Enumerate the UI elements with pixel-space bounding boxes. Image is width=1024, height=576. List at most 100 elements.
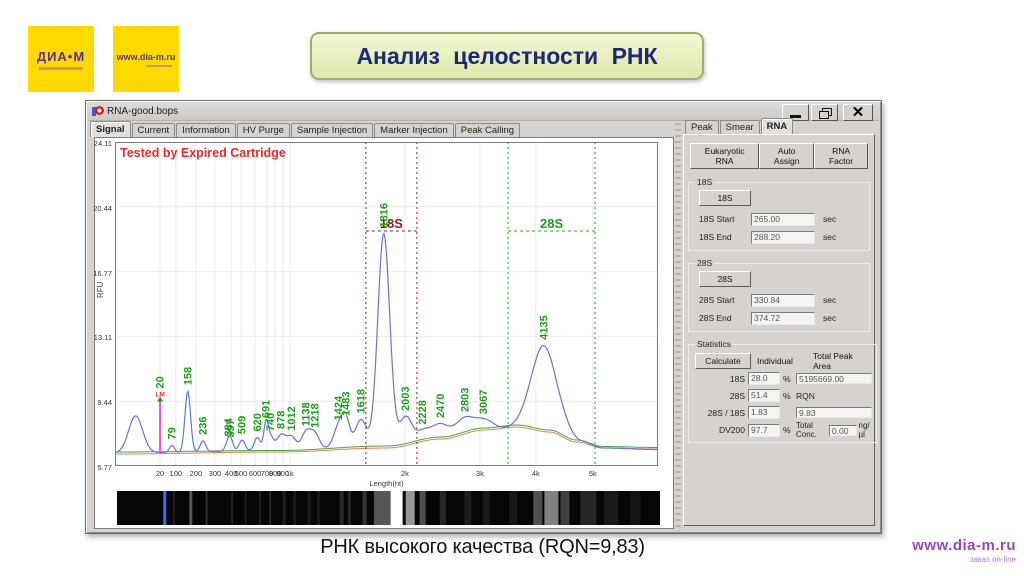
gel-band [560,491,569,525]
gel-band [163,491,166,525]
peak-size-label: 236 [197,416,209,434]
18s-button[interactable]: 18S [699,190,751,206]
peak-size-label: 509 [237,416,249,434]
28s-button[interactable]: 28S [699,271,751,287]
gel-band [206,491,208,525]
tab-rna[interactable]: RNA [761,118,794,134]
tab-current[interactable]: Current [132,123,176,137]
stats-row-28s: 28S 51.4 % RQN [695,387,872,404]
region-label: 28S [540,216,563,231]
dv200-label: DV200 [695,425,745,435]
gel-band [580,491,596,525]
peak-size-label: 397 [225,419,237,437]
x-tick-label: 600 [249,469,262,478]
peak-size-label: 1218 [309,403,321,427]
gel-band [604,491,618,525]
rqn-value-input[interactable]: 9.83 [796,407,872,418]
rna-factor-button[interactable]: RNA Factor [814,143,868,169]
slide-title-banner: Анализ целостности РНК [310,32,704,80]
18s-end-row: 18S End 288.20 sec [695,228,865,246]
gel-band [406,491,415,525]
app-icon [92,106,103,117]
electropherogram-plot: LM2018S28S791582363843975096206917408781… [115,142,658,466]
28s-end-row: 28S End 374.72 sec [695,309,865,327]
peak-size-label: 1816 [378,203,390,227]
peak-size-label: 158 [182,367,194,385]
18s-start-input[interactable]: 265.00 [751,213,815,226]
28s-start-label: 28S Start [695,295,743,305]
28s-start-row: 28S Start 330.84 sec [695,291,865,309]
group-statistics-title: Statistics [695,339,733,349]
peak-size-label: 1012 [286,406,298,430]
x-tick-label: 3k [476,469,484,478]
gel-band [283,491,286,525]
tab-sample-injection[interactable]: Sample Injection [291,123,373,137]
stats-row-ratio: 28S / 18S 1.83 9.83 [695,404,872,421]
watermark-url: www.dia-m.ru [912,537,1016,554]
tab-information[interactable]: Information [176,123,236,137]
calculate-button[interactable]: Calculate [695,353,751,369]
28s-start-input[interactable]: 330.84 [751,294,815,307]
dv200-percent-sign: % [783,425,793,435]
total-peak-area-input[interactable]: 5195669.00 [796,373,872,384]
x-tick-label: 500 [235,469,248,478]
18s-end-label: 18S End [695,232,743,242]
tab-signal[interactable]: Signal [90,121,131,137]
28s-end-unit: sec [823,313,847,323]
tab-peak-calling[interactable]: Peak Calling [455,123,520,137]
stats-28s-percent-sign: % [783,391,793,401]
lower-marker-tag: LM [155,392,164,399]
panel-splitter[interactable] [675,123,681,529]
x-axis-ticks: 201002003004005006007008009001k2k3k4k5k [115,469,658,479]
peak-size-label: 2228 [417,400,429,424]
peak-size-label: 2003 [400,386,412,410]
gel-band [533,491,542,525]
rna-tab-page: Eukaryotic RNA Auto Assign RNA Factor 18… [683,134,875,526]
chart-annotation: Tested by Expired Cartridge [120,146,286,160]
18s-start-unit: sec [823,214,847,224]
close-icon: ✕ [852,105,865,120]
peak-size-label: 2470 [435,394,447,418]
slide-caption: РНК высокого качества (RQN=9,83) [85,536,880,559]
tab-peak[interactable]: Peak [685,120,719,134]
gel-image-strip [117,491,660,525]
eukaryotic-rna-button[interactable]: Eukaryotic RNA [690,143,759,169]
total-conc-unit: ng/µl [859,421,873,439]
tab-smear[interactable]: Smear [720,120,760,134]
x-tick-label: 20 [156,469,164,478]
lower-marker-size-label: 20 [155,376,167,388]
28s-start-unit: sec [823,295,847,305]
gel-band [464,491,471,525]
ratio-input[interactable]: 1.83 [748,406,780,419]
18s-end-unit: sec [823,232,847,242]
stats-28s-percent-input[interactable]: 51.4 [748,389,780,402]
18s-end-input[interactable]: 288.20 [751,231,815,244]
28s-end-label: 28S End [695,313,743,323]
stats-18s-percent-sign: % [783,374,793,384]
auto-assign-button[interactable]: Auto Assign [759,143,814,169]
gel-band [259,491,261,525]
group-18s-title: 18S [695,177,714,187]
gel-band [189,491,192,525]
gel-band [631,491,641,525]
tab-marker-injection[interactable]: Marker Injection [374,123,454,137]
rqn-label: RQN [796,391,815,401]
ratio-label: 28S / 18S [695,408,745,418]
gel-band [348,491,351,525]
total-conc-input[interactable]: 0.00 [829,425,857,436]
chart-panel: RFU 24.1120.4416.7713.119.445.77 LM2018S… [94,137,674,529]
analysis-panel: Peak Smear RNA Eukaryotic RNA Auto Assig… [683,119,875,529]
y-tick-label: 5.77 [97,463,112,472]
tab-hv-purge[interactable]: HV Purge [237,123,290,137]
x-tick-label: 100 [170,469,183,478]
stats-18s-percent-input[interactable]: 28.0 [748,372,780,385]
x-axis-label: Length(nt) [115,479,658,488]
dv200-input[interactable]: 97.7 [748,424,780,437]
restore-icon [819,108,830,117]
stats-row-18s: 18S 28.0 % 5195669.00 [695,370,872,387]
group-28s-title: 28S [695,258,714,268]
18s-start-label: 18S Start [695,214,743,224]
analysis-tab-bar: Peak Smear RNA [683,119,875,134]
app-window: RNA-good.bops ✕ Signal Current Informati… [85,100,882,534]
28s-end-input[interactable]: 374.72 [751,312,815,325]
